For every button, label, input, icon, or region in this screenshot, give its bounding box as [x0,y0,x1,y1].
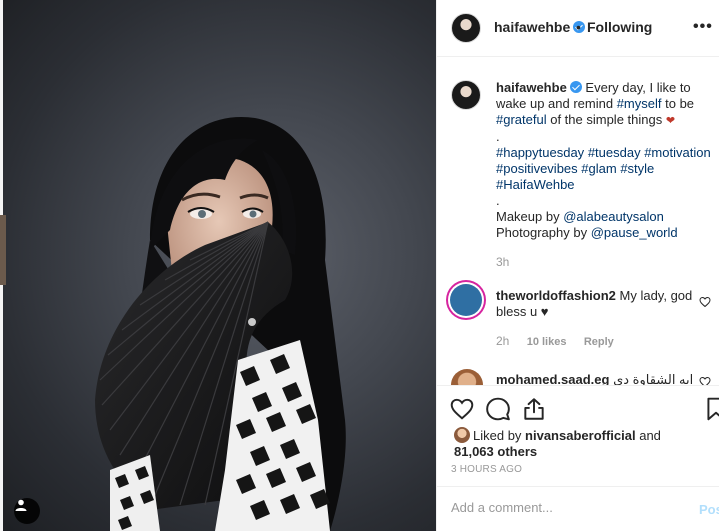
caption: haifawehbe Every day, I like to wake up … [496,80,716,241]
commenter-username[interactable]: mohamed.saad.eg [496,372,609,385]
caption-tags-1: #happytuesday #tuesday #motivation [496,145,716,161]
photo-edge-mark [0,215,6,285]
hashtag-link[interactable]: #happytuesday [496,145,584,160]
comment-text: mohamed.saad.eg ايه الشقاوة دي [496,372,712,385]
liker-avatar[interactable] [454,427,470,443]
post-comment-button[interactable]: Post [699,502,719,517]
verified-badge-icon [569,81,582,93]
author-avatar[interactable] [451,13,481,43]
caption-tags-2: #positivevibes #glam #style [496,161,716,177]
liked-by-prefix: Liked by [473,428,522,443]
hashtag-link[interactable]: #tuesday [588,145,641,160]
comment-bubble-icon[interactable] [485,396,511,422]
comment-meta: 2h 10 likes Reply [496,334,628,348]
hashtag-link[interactable]: #style [620,161,654,176]
post-details-panel: haifawehbe • Following ••• haifawehbe Ev… [436,0,719,531]
comment-time[interactable]: 2h [496,334,509,348]
caption-timestamp[interactable]: 3h [496,255,509,269]
comment-composer: Post [437,486,719,531]
caption-avatar[interactable] [451,80,481,110]
user-icon [15,499,27,511]
hashtag-link[interactable]: #motivation [644,145,710,160]
caption-text-4: of the simple things [550,112,663,127]
comment-likes[interactable]: 10 likes [527,336,567,348]
like-heart-icon[interactable] [449,396,475,422]
author-username-wrap: haifawehbe [494,19,586,35]
hashtag-link[interactable]: #grateful [496,112,547,127]
caption-tags-3: #HaifaWehbe [496,177,716,193]
liked-by: Liked by nivansaberofficial and 81,063 o… [454,427,714,460]
caption-username[interactable]: haifawehbe [496,80,567,95]
comment-like-heart-icon[interactable] [699,296,711,308]
caption-text-2: wake up and remind [496,96,614,111]
commenter-username[interactable]: theworldoffashion2 [496,288,616,303]
caption-dot: . [496,193,500,208]
caption-line-3: #grateful of the simple things ❤ [496,112,716,129]
comment-input[interactable] [451,500,651,515]
comment-like-heart-icon[interactable] [699,376,711,385]
red-heart-emoji: ❤ [665,115,676,127]
mention-link[interactable]: @alabeautysalon [563,209,664,224]
liker-username[interactable]: nivansaberofficial [525,428,636,443]
caption-line-1: haifawehbe Every day, I like to [496,80,716,96]
comment-text: theworldoffashion2 My lady, god bless u … [496,288,712,320]
likes-count[interactable]: 81,063 others [454,444,537,459]
post-photo[interactable] [0,0,436,531]
commenter-avatar[interactable] [451,369,483,385]
post-header: haifawehbe • Following ••• [437,0,719,57]
more-options-button[interactable]: ••• [693,16,715,38]
separator-dot: • [576,19,581,35]
caption-text-3: to be [665,96,695,111]
bookmark-icon[interactable] [703,396,719,422]
reply-button[interactable]: Reply [584,336,614,348]
comments-list[interactable]: haifawehbe Every day, I like to wake up … [437,58,719,385]
hashtag-link[interactable]: #myself [617,96,662,111]
following-button[interactable]: Following [587,19,652,35]
caption-line-2: wake up and remind #myself to be [496,96,716,112]
caption-photo-label: Photography by [496,225,588,240]
post-actions [437,385,719,421]
mention-link[interactable]: @pause_world [591,225,678,240]
share-icon[interactable] [521,396,547,422]
comment-body: ايه الشقاوة دي [613,372,694,385]
hashtag-link[interactable]: #HaifaWehbe [496,177,575,192]
liked-by-and: and [639,428,661,443]
hashtag-link[interactable]: #glam [581,161,616,176]
caption-credit-makeup: Makeup by @alabeautysalon [496,209,716,225]
post-timestamp[interactable]: 3 HOURS AGO [451,464,522,475]
hashtag-link[interactable]: #positivevibes [496,161,578,176]
commenter-avatar[interactable] [450,284,482,316]
author-username[interactable]: haifawehbe [494,19,570,35]
caption-text-1: Every day, I like to [585,80,691,95]
tagged-users-button[interactable] [14,498,40,524]
caption-dot: . [496,129,500,144]
caption-makeup-label: Makeup by [496,209,560,224]
caption-credit-photo: Photography by @pause_world [496,225,716,241]
photo-illustration [95,117,346,531]
